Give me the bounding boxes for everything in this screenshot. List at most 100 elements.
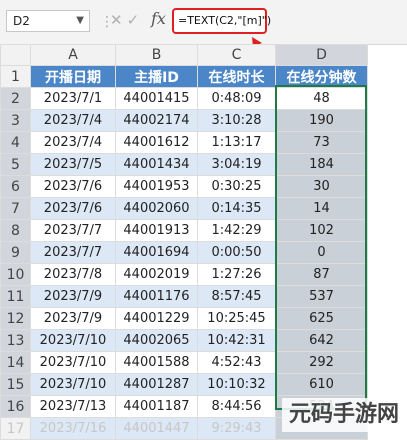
cell-date[interactable]: 2023/7/4 [30,109,116,132]
cell-minutes[interactable]: 102 [275,219,368,242]
cell-minutes[interactable]: 537 [275,285,368,308]
cell-id[interactable]: 44001953 [115,175,198,198]
chevron-down-icon[interactable]: ▼ [76,11,84,31]
row-header[interactable]: 3 [0,109,31,132]
column-header-c[interactable]: C [197,44,276,66]
cell-date[interactable]: 2023/7/7 [30,219,116,242]
cell-id[interactable]: 44001287 [115,373,198,396]
table-row: 5 2023/7/5 44001434 3:04:19 184 [0,153,368,176]
cell-date[interactable]: 2023/7/10 [30,351,116,374]
row-header[interactable]: 14 [0,351,31,374]
row-header[interactable]: 8 [0,219,31,242]
row-header[interactable]: 9 [0,241,31,264]
cell-duration[interactable]: 10:25:45 [197,307,276,330]
cell-minutes[interactable]: 73 [275,131,368,154]
cell-duration[interactable]: 10:42:31 [197,329,276,352]
cell-date[interactable]: 2023/7/7 [30,241,116,264]
cell-date[interactable]: 2023/7/4 [30,131,116,154]
cell-duration[interactable]: 9:29:43 [197,417,276,440]
cell-id[interactable]: 44002174 [115,109,198,132]
cell-duration[interactable]: 0:14:35 [197,197,276,220]
cell-minutes[interactable]: 642 [275,329,368,352]
cell-duration[interactable]: 1:42:29 [197,219,276,242]
table-row: 7 2023/7/6 44002060 0:14:35 14 [0,197,368,220]
cell-duration[interactable]: 8:44:56 [197,395,276,418]
cell-id[interactable]: 44001913 [115,219,198,242]
fx-icon[interactable]: fx [151,9,166,28]
cell-date[interactable]: 2023/7/5 [30,153,116,176]
cell-date[interactable]: 2023/7/9 [30,285,116,308]
cell-duration[interactable]: 3:04:19 [197,153,276,176]
header-cell[interactable]: 开播日期 [30,65,116,88]
row-header[interactable]: 6 [0,175,31,198]
cell-date[interactable]: 2023/7/13 [30,395,116,418]
cell-id[interactable]: 44001434 [115,153,198,176]
row-header[interactable]: 15 [0,373,31,396]
name-box[interactable]: D2 ▼ [6,10,90,32]
cell-minutes[interactable]: 30 [275,175,368,198]
column-header-d[interactable]: D [275,44,368,66]
cell-date[interactable]: 2023/7/6 [30,197,116,220]
cell-date[interactable]: 2023/7/10 [30,329,116,352]
cell-minutes[interactable]: 292 [275,351,368,374]
confirm-icon[interactable]: ✓ [127,11,144,29]
row-header[interactable]: 10 [0,263,31,286]
formula-input[interactable]: =TEXT(C2,"[m]") [172,8,271,34]
row-header[interactable]: 2 [0,87,31,110]
cell-duration[interactable]: 0:48:09 [197,87,276,110]
row-header[interactable]: 12 [0,307,31,330]
cell-id[interactable]: 44001612 [115,131,198,154]
cell-date[interactable]: 2023/7/8 [30,263,116,286]
cell-date[interactable]: 2023/7/10 [30,373,116,396]
cell-duration[interactable]: 3:10:28 [197,109,276,132]
cell-minutes[interactable]: 14 [275,197,368,220]
cell-id[interactable]: 44002019 [115,263,198,286]
cell-id[interactable]: 44001229 [115,307,198,330]
cell-id[interactable]: 44001447 [115,417,198,440]
select-all-corner[interactable] [0,44,31,66]
spreadsheet-grid: A B C D 1 开播日期 主播ID 在线时长 在线分钟数 2 2023/7/1 44001415 0… [0,44,368,440]
row-header[interactable]: 13 [0,329,31,352]
cancel-icon[interactable]: ✕ [110,11,127,29]
cell-date[interactable]: 2023/7/6 [30,175,116,198]
cell-id[interactable]: 44001176 [115,285,198,308]
cell-id[interactable]: 44002060 [115,197,198,220]
cell-minutes[interactable]: 0 [275,241,368,264]
cell-id[interactable]: 44001694 [115,241,198,264]
row-header[interactable]: 11 [0,285,31,308]
cell-duration[interactable]: 0:30:25 [197,175,276,198]
cell-minutes[interactable]: 184 [275,153,368,176]
cell-minutes[interactable]: 610 [275,373,368,396]
row-header[interactable]: 17 [0,417,31,440]
header-cell[interactable]: 主播ID [115,65,198,88]
cell-duration[interactable]: 1:27:26 [197,263,276,286]
cell-date[interactable]: 2023/7/16 [30,417,116,440]
column-header-row: ABCD [0,44,368,66]
cell-duration[interactable]: 1:13:17 [197,131,276,154]
row-header[interactable]: 1 [0,65,31,88]
cell-minutes[interactable]: 48 [275,87,368,110]
cell-minutes[interactable]: 190 [275,109,368,132]
row-header[interactable]: 7 [0,197,31,220]
row-header[interactable]: 4 [0,131,31,154]
cell-duration[interactable]: 10:10:32 [197,373,276,396]
cell-id[interactable]: 44001187 [115,395,198,418]
cell-date[interactable]: 2023/7/9 [30,307,116,330]
column-header-b[interactable]: B [115,44,198,66]
header-cell[interactable]: 在线分钟数 [275,65,368,88]
cell-id[interactable]: 44001588 [115,351,198,374]
cell-minutes[interactable]: 625 [275,307,368,330]
table-row: 6 2023/7/6 44001953 0:30:25 30 [0,175,368,198]
table-row: 9 2023/7/7 44001694 0:00:50 0 [0,241,368,264]
row-header[interactable]: 16 [0,395,31,418]
cell-duration[interactable]: 8:57:45 [197,285,276,308]
column-header-a[interactable]: A [30,44,116,66]
cell-duration[interactable]: 0:00:50 [197,241,276,264]
cell-date[interactable]: 2023/7/1 [30,87,116,110]
header-cell[interactable]: 在线时长 [197,65,276,88]
cell-id[interactable]: 44002065 [115,329,198,352]
cell-id[interactable]: 44001415 [115,87,198,110]
cell-duration[interactable]: 4:52:43 [197,351,276,374]
row-header[interactable]: 5 [0,153,31,176]
cell-minutes[interactable]: 87 [275,263,368,286]
